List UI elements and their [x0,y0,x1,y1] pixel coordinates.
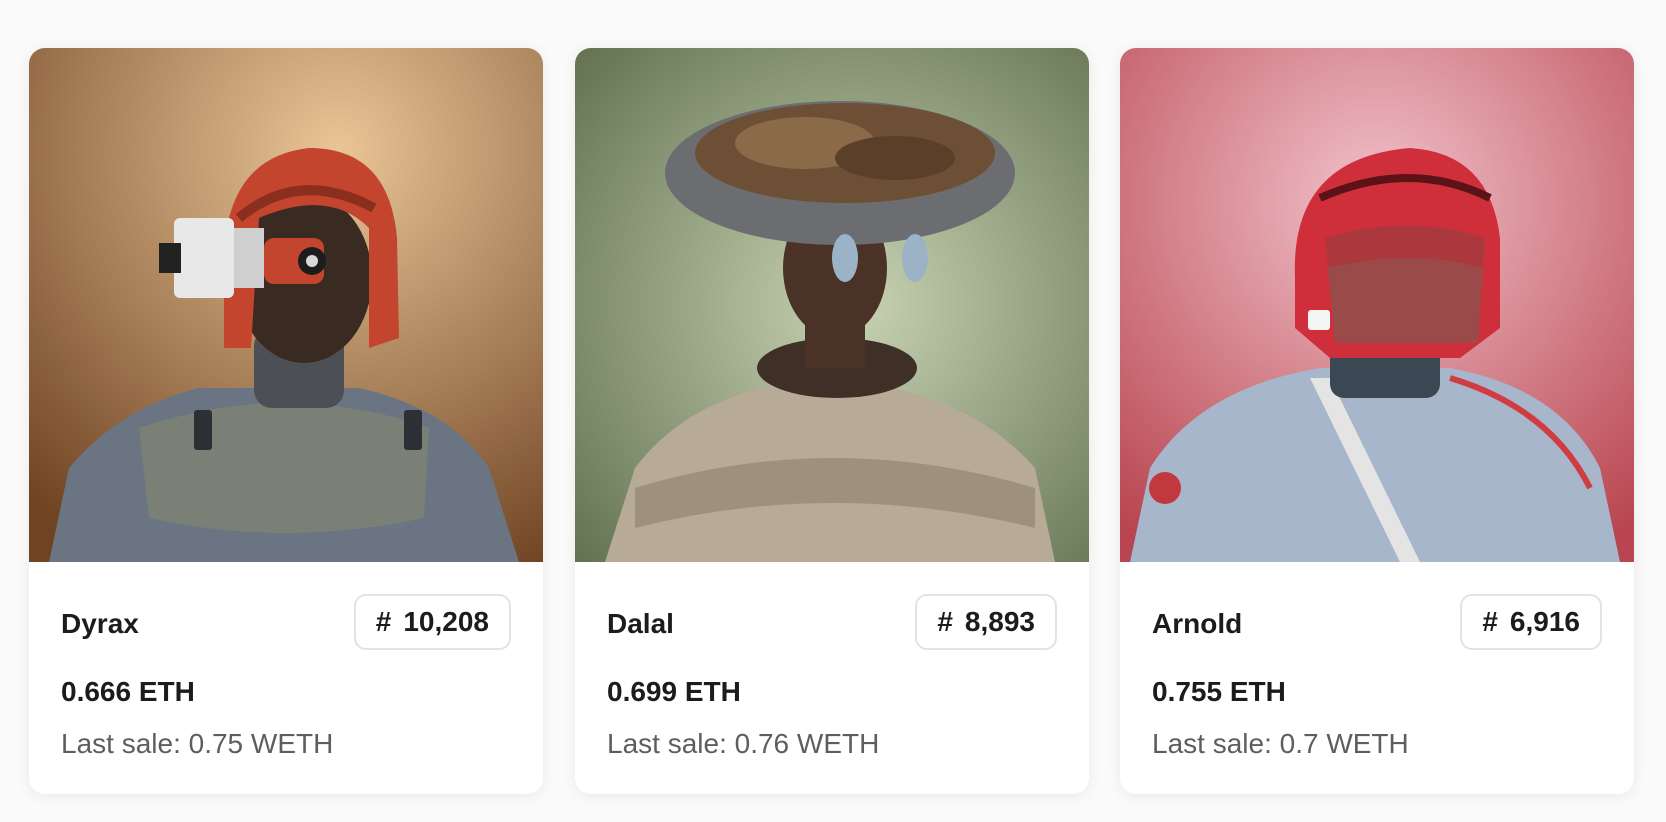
nft-price: 0.755 ETH [1152,676,1286,707]
token-number-badge: # 10,208 [353,594,511,650]
nft-image-dyrax[interactable] [29,48,543,562]
nft-name: Arnold [1152,608,1243,639]
nft-price: 0.666 ETH [61,676,195,707]
nft-name: Dyrax [61,608,139,639]
nft-image-arnold[interactable] [1120,48,1634,562]
last-sale: Last sale: 0.7 WETH [1152,728,1409,759]
woven-hat-portrait-icon [575,48,1089,562]
nft-card-dyrax[interactable]: Dyrax # 10,208 0.666 ETH Last sale: 0.75… [29,48,543,794]
token-number-badge: # 6,916 [1460,594,1602,650]
nft-card-arnold[interactable]: Arnold # 6,916 0.755 ETH Last sale: 0.7 … [1120,48,1634,794]
helmet-cyclops-portrait-icon [29,48,543,562]
hash-label: # [937,606,953,637]
token-number: 6,916 [1509,606,1580,637]
red-visor-helmet-portrait-icon [1120,48,1634,562]
nft-card-grid: Dyrax # 10,208 0.666 ETH Last sale: 0.75… [0,0,1666,822]
nft-price: 0.699 ETH [607,676,741,707]
hash-label: # [375,606,392,637]
token-number: 8,893 [964,606,1035,637]
nft-name: Dalal [607,608,674,639]
token-number: 10,208 [403,606,489,637]
nft-image-dalal[interactable] [575,48,1089,562]
last-sale: Last sale: 0.76 WETH [607,728,880,759]
hash-label: # [1482,606,1498,637]
nft-card-dalal[interactable]: Dalal # 8,893 0.699 ETH Last sale: 0.76 … [575,48,1089,794]
token-number-badge: # 8,893 [915,594,1057,650]
last-sale: Last sale: 0.75 WETH [61,728,334,759]
